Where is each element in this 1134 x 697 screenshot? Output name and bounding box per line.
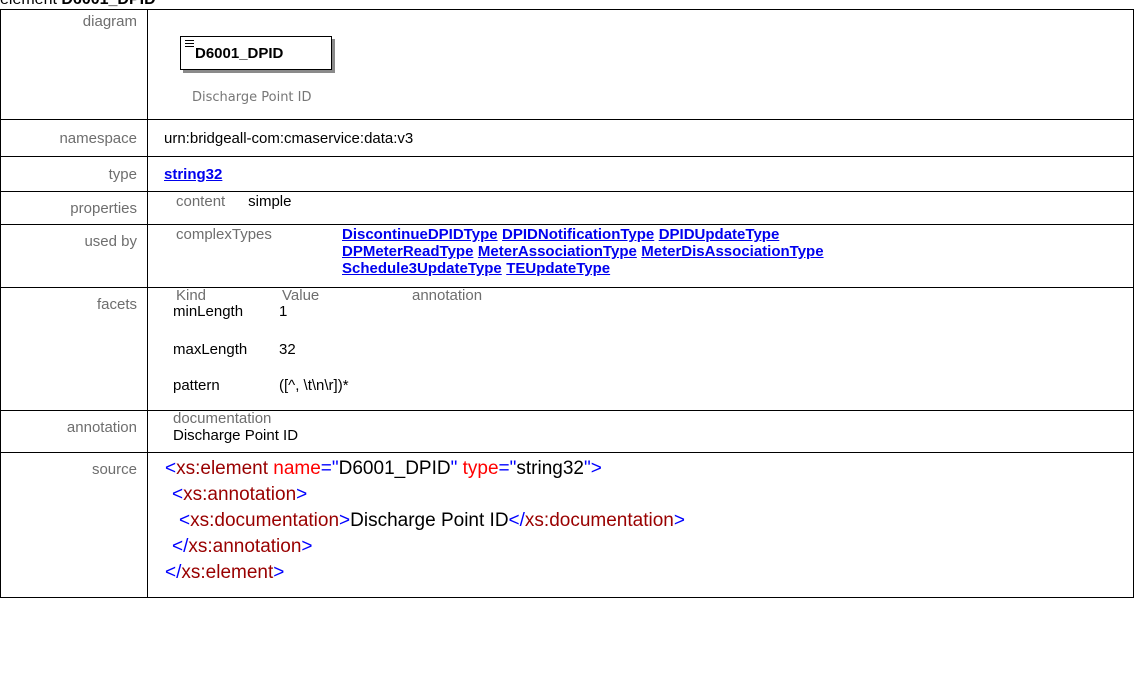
source-line: </xs:element> <box>165 562 285 583</box>
element-title-prefix: element <box>0 0 57 8</box>
used-by-row: used by complexTypes DiscontinueDPIDType… <box>0 224 1134 288</box>
namespace-row: namespace urn:bridgeall-com:cmaservice:d… <box>0 119 1134 157</box>
source-line: <xs:annotation> <box>172 484 308 505</box>
type-row: type string32 <box>0 156 1134 192</box>
annotation-label: annotation <box>0 410 148 453</box>
type-link[interactable]: string32 <box>164 166 222 183</box>
used-by-link[interactable]: TEUpdateType <box>506 260 610 277</box>
facets-label: facets <box>0 287 148 411</box>
diagram-element-name: D6001_DPID <box>195 45 284 62</box>
annotation-key: documentation <box>173 410 272 427</box>
source-code: <xs:element name="D6001_DPID" type="stri… <box>147 452 1134 598</box>
facets-header-value: Value <box>282 287 320 304</box>
used-by-link[interactable]: DPIDNotificationType <box>502 226 654 243</box>
element-title: element D6001_DPID <box>0 0 156 9</box>
annotation-cell: documentation Discharge Point ID <box>147 410 1134 453</box>
element-title-name: D6001_DPID <box>61 0 155 8</box>
facet-kind: maxLength <box>173 341 248 358</box>
namespace-value: urn:bridgeall-com:cmaservice:data:v3 <box>147 119 1134 157</box>
element-diagram-box: D6001_DPID <box>180 36 336 74</box>
properties-row: properties content simple <box>0 191 1134 225</box>
used-by-link[interactable]: Schedule3UpdateType <box>342 260 502 277</box>
used-by-link[interactable]: DiscontinueDPIDType <box>342 226 498 243</box>
used-by-links: DiscontinueDPIDType DPIDNotificationType… <box>342 226 1102 277</box>
facets-row: facets Kind Value annotation minLength 1… <box>0 287 1134 411</box>
facet-kind: pattern <box>173 377 220 394</box>
used-by-link[interactable]: DPMeterReadType <box>342 243 473 260</box>
used-by-cell: complexTypes DiscontinueDPIDType DPIDNot… <box>147 224 1134 288</box>
annotation-row: annotation documentation Discharge Point… <box>0 410 1134 453</box>
facets-header-kind: Kind <box>176 287 207 304</box>
source-line: <xs:documentation>Discharge Point ID</xs… <box>179 510 685 531</box>
element-diagram-rect: D6001_DPID <box>180 36 332 70</box>
annotation-value: Discharge Point ID <box>173 427 299 444</box>
facet-value: 32 <box>279 341 296 358</box>
used-by-label: used by <box>0 224 148 288</box>
source-line: <xs:element name="D6001_DPID" type="stri… <box>165 458 602 479</box>
facets-header-annotation: annotation <box>412 287 483 304</box>
used-by-link[interactable]: MeterDisAssociationType <box>641 243 823 260</box>
source-line: </xs:annotation> <box>172 536 313 557</box>
source-label: source <box>0 452 148 598</box>
facets-cell: Kind Value annotation minLength 1 maxLen… <box>147 287 1134 411</box>
schema-doc-table: diagram namespace urn:bridgeall-com:cmas… <box>0 9 1134 598</box>
element-lines-icon <box>185 40 194 48</box>
namespace-label: namespace <box>0 119 148 157</box>
used-by-link[interactable]: MeterAssociationType <box>478 243 637 260</box>
used-by-link[interactable]: DPIDUpdateType <box>659 226 780 243</box>
used-by-key: complexTypes <box>176 226 272 243</box>
facet-value: 1 <box>279 303 288 320</box>
diagram-caption: Discharge Point ID <box>192 90 312 105</box>
properties-key: content <box>176 193 226 210</box>
properties-cell: content simple <box>147 191 1134 225</box>
facet-value: ([^, \t\n\r])* <box>279 377 349 394</box>
diagram-label: diagram <box>0 9 148 120</box>
diagram-row: diagram <box>0 9 1134 120</box>
properties-value: simple <box>248 193 292 210</box>
type-label: type <box>0 156 148 192</box>
properties-label: properties <box>0 191 148 225</box>
source-row: source <xs:element name="D6001_DPID" typ… <box>0 452 1134 598</box>
facet-kind: minLength <box>173 303 244 320</box>
